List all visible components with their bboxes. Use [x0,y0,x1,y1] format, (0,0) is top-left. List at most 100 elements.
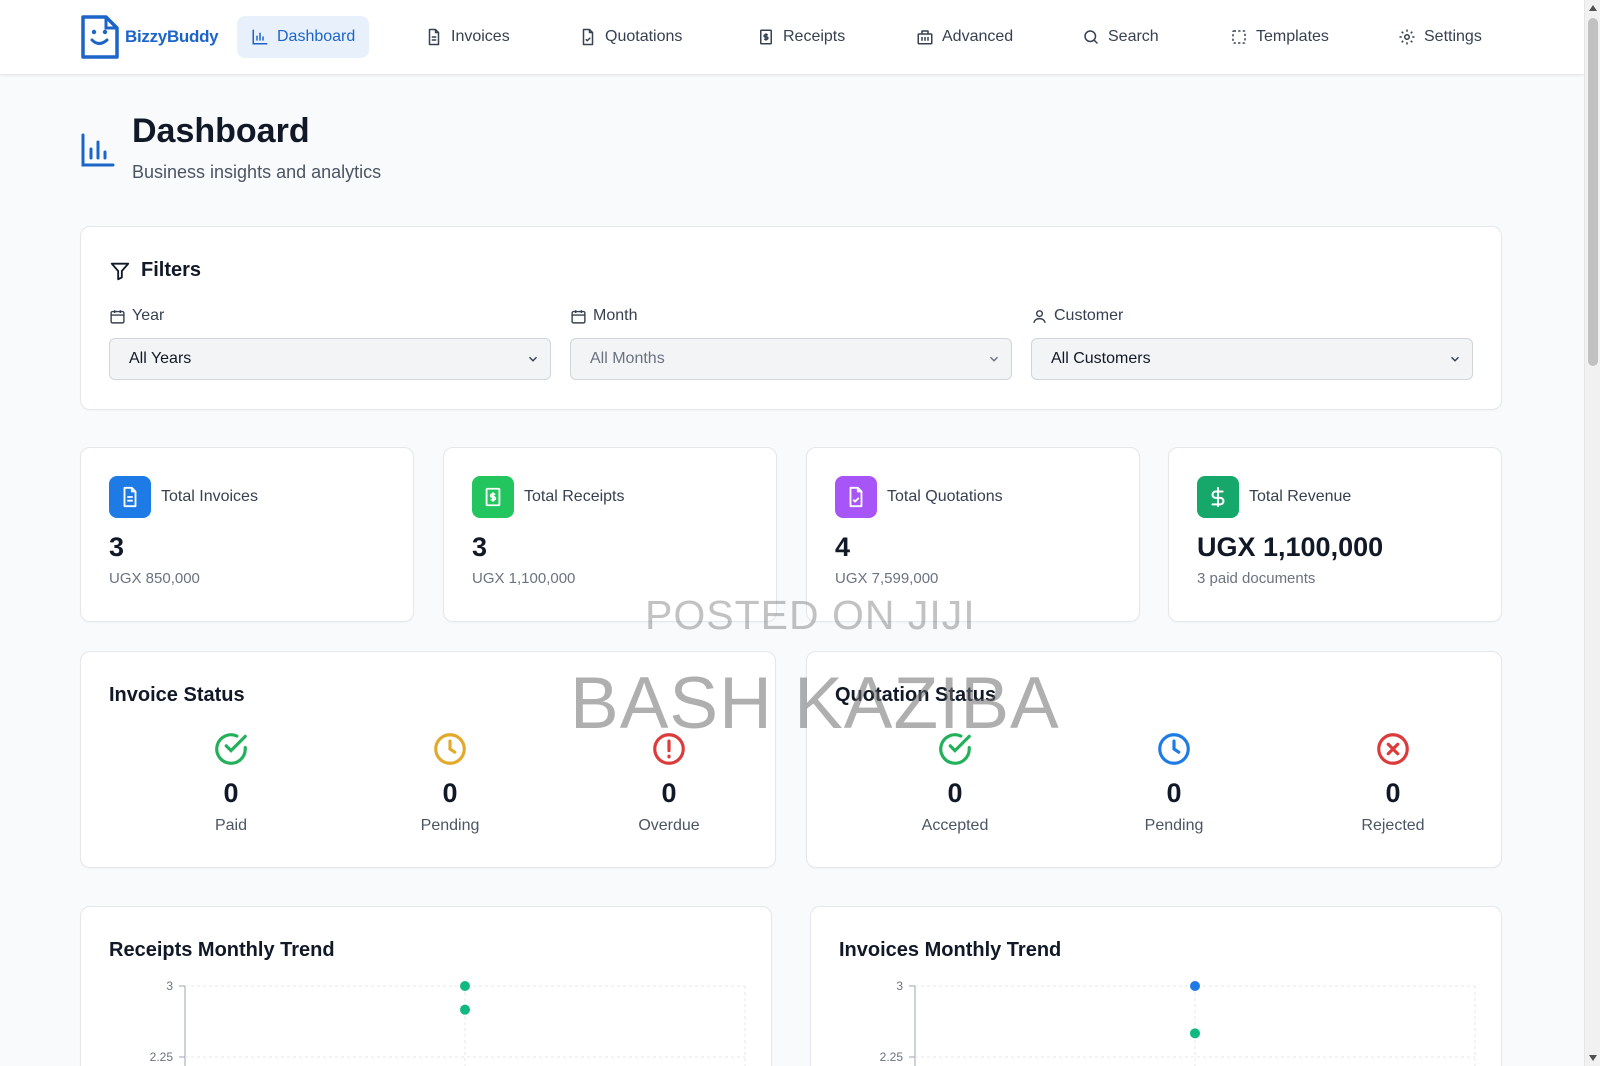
nav-templates-label: Templates [1256,28,1329,45]
pending-count: 0 [442,778,458,808]
invoice-paid-status[interactable]: 0 Paid [171,730,291,835]
gear-icon [1399,29,1415,45]
data-point [460,981,470,991]
chevron-down-icon [1450,356,1460,362]
search-icon [1084,30,1098,44]
page-title: Dashboard [132,112,310,150]
invoice-overdue-status[interactable]: 0 Overdue [609,730,729,835]
quotation-accepted-status[interactable]: 0 Accepted [895,730,1015,835]
invoice-pending-status[interactable]: 0 Pending [390,730,510,835]
paid-label: Paid [214,817,248,834]
overdue-label: Overdue [638,817,700,834]
stat-label: Total Invoices [161,488,258,505]
nav-receipts[interactable]: Receipts [743,16,859,58]
dollar-icon [1197,476,1239,518]
nav-advanced[interactable]: Advanced [902,16,1027,58]
nav-dashboard[interactable]: Dashboard [237,16,370,58]
month-label-text: Month [593,307,638,324]
paid-count: 0 [223,778,239,808]
scroll-up-arrow-icon[interactable] [1589,5,1597,11]
y-tick-label: 3 [896,979,903,993]
calendar-icon [571,309,586,324]
bar-chart-icon [252,29,268,45]
quotation-icon [835,476,877,518]
filters-card: Filters Year All Years Month All Months … [80,226,1502,410]
nav-dashboard-label: Dashboard [277,28,356,45]
stat-amount: UGX 1,100,000 [472,570,576,587]
app-logo[interactable]: BizzyBuddy [79,14,219,60]
stat-value: 4 [835,532,851,562]
receipt-icon [760,29,772,45]
customer-label-text: Customer [1054,307,1124,324]
pending-count: 0 [1166,778,1182,808]
month-select[interactable]: All Months [570,338,1012,380]
file-text-icon [428,28,440,46]
top-navigation-bar: BizzyBuddy Dashboard Invoices Quotations… [0,0,1584,75]
stat-amount: UGX 850,000 [109,570,200,587]
customer-select-value: All Customers [1051,350,1151,367]
nav-settings-label: Settings [1424,28,1482,45]
year-label-text: Year [132,307,165,324]
month-select-value: All Months [590,350,665,367]
invoice-status-title: Invoice Status [109,684,245,706]
receipts-trend-card: Receipts Monthly Trend 3 2.25 [80,906,772,1066]
customer-select[interactable]: All Customers [1031,338,1473,380]
quotation-pending-status[interactable]: 0 Pending [1114,730,1234,835]
stat-label: Total Revenue [1249,488,1352,505]
invoice-icon [109,476,151,518]
y-tick-label: 2.25 [150,1050,174,1064]
nav-invoices[interactable]: Invoices [411,16,524,58]
nav-invoices-label: Invoices [451,28,510,45]
stat-label: Total Quotations [887,488,1003,505]
filters-title: Filters [141,259,202,281]
nav-templates[interactable]: Templates [1216,16,1343,58]
stat-amount: UGX 7,599,000 [835,570,939,587]
data-point [460,1004,470,1015]
watermark-line-2: BASH KAZIBA [570,663,1060,744]
rejected-label: Rejected [1361,817,1425,834]
invoices-trend-chart: 32.25 [880,979,1476,1066]
stat-value: 3 [472,532,488,562]
quotation-rejected-status[interactable]: 0 Rejected [1333,730,1453,835]
year-select[interactable]: All Years [109,338,551,380]
file-check-icon [582,28,594,46]
watermark-line-1: POSTED ON JIJI [645,592,976,638]
nav-search-label: Search [1108,28,1159,45]
pending-label: Pending [1144,817,1204,834]
nav-advanced-label: Advanced [942,28,1014,45]
nav-quotations[interactable]: Quotations [565,16,696,58]
chevron-down-icon [989,356,999,362]
user-icon [1033,309,1046,323]
scroll-down-arrow-icon[interactable] [1589,1055,1597,1061]
accepted-count: 0 [947,778,963,808]
stat-paid-docs: 3 paid documents [1197,570,1316,587]
nav-quotations-label: Quotations [605,28,683,45]
page-subtitle: Business insights and analytics [132,162,382,182]
page-bar-chart-icon [81,133,115,167]
scroll-thumb[interactable] [1588,18,1598,366]
invoices-trend-card: Invoices Monthly Trend 3 2.25 [810,906,1502,1066]
total-invoices-card[interactable]: Total Invoices 3 UGX 850,000 [80,447,414,622]
total-revenue-card[interactable]: Total Revenue UGX 1,100,000 3 paid docum… [1168,447,1502,622]
receipts-trend-chart: 32.25 [150,979,746,1066]
nav-settings[interactable]: Settings [1384,16,1496,58]
stat-value: UGX 1,100,000 [1197,532,1384,562]
page-scrollbar[interactable] [1584,0,1600,1066]
chevron-down-icon [528,356,538,362]
data-point [1190,981,1200,991]
nav-receipts-label: Receipts [783,28,846,45]
rejected-count: 0 [1385,778,1401,808]
app-logo-icon [81,15,119,59]
stat-value: 3 [109,532,125,562]
pending-label: Pending [420,817,480,834]
receipt-icon [472,476,514,518]
calendar-icon [110,309,125,324]
year-filter-label: Year [109,307,164,325]
invoices-trend-title: Invoices Monthly Trend [839,939,1062,961]
month-filter-label: Month [570,307,637,325]
y-tick-label: 2.25 [880,1050,904,1064]
nav-search[interactable]: Search [1068,16,1173,58]
filters-heading: Filters [109,259,201,282]
clock-icon [434,733,466,765]
receipts-trend-title: Receipts Monthly Trend [109,939,335,961]
